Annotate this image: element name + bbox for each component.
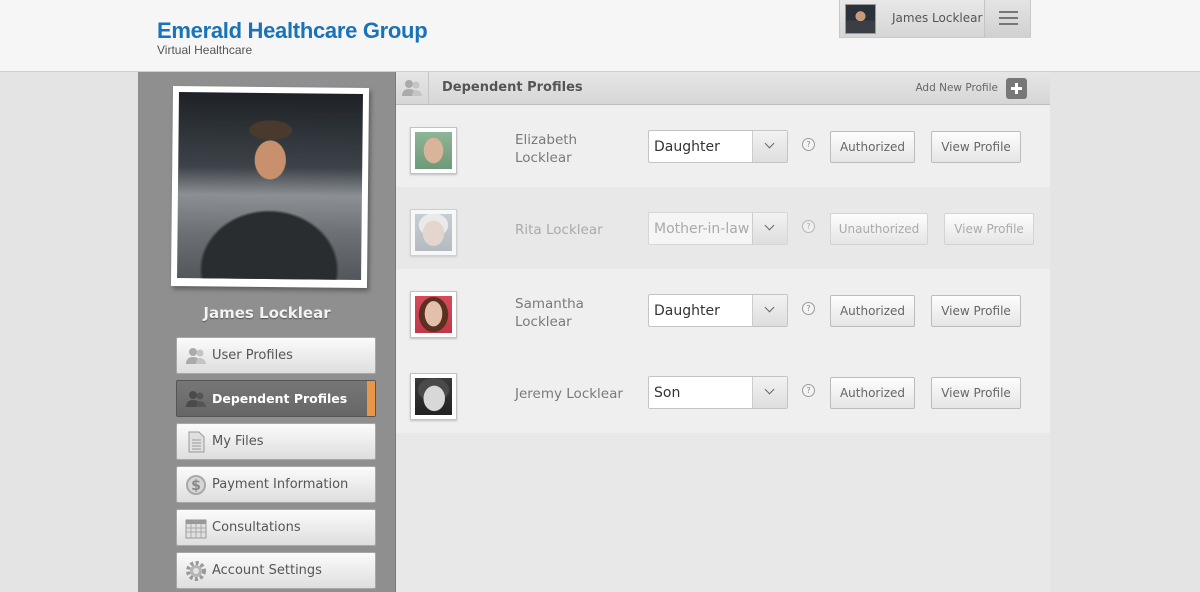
dependent-photo bbox=[415, 378, 452, 415]
dependent-row: Elizabeth Locklear Daughter ? Authorized… bbox=[396, 105, 1050, 187]
sidebar-item-payment-information[interactable]: $ Payment Information bbox=[176, 466, 376, 503]
relationship-value: Mother-in-law bbox=[654, 221, 750, 237]
help-icon[interactable]: ? bbox=[802, 220, 815, 233]
sidebar-item-label: Dependent Profiles bbox=[212, 391, 348, 406]
chevron-down-icon[interactable] bbox=[752, 295, 787, 326]
header-user-name[interactable]: James Locklear bbox=[892, 11, 982, 25]
users-icon bbox=[186, 348, 206, 364]
sidebar-item-label: User Profiles bbox=[212, 348, 293, 363]
view-profile-button[interactable]: View Profile bbox=[931, 377, 1021, 409]
gear-icon bbox=[186, 561, 206, 581]
sidebar-item-dependent-profiles[interactable]: Dependent Profiles bbox=[176, 380, 376, 417]
dependent-name: Jeremy Locklear bbox=[515, 386, 623, 402]
chevron-down-icon[interactable] bbox=[752, 377, 787, 408]
dependent-name: Elizabeth Locklear bbox=[515, 132, 578, 166]
chevron-down-icon[interactable] bbox=[752, 213, 787, 244]
profile-photo bbox=[177, 92, 363, 280]
avatar[interactable] bbox=[845, 4, 876, 34]
sidebar-item-my-files[interactable]: My Files bbox=[176, 423, 376, 460]
relationship-value: Daughter bbox=[654, 139, 720, 155]
relationship-select[interactable]: Daughter bbox=[648, 294, 788, 327]
sidebar-item-label: Consultations bbox=[212, 520, 301, 535]
calendar-icon bbox=[185, 519, 207, 539]
brand-subtitle: Virtual Healthcare bbox=[157, 43, 253, 57]
view-profile-button[interactable]: View Profile bbox=[931, 131, 1021, 163]
dependent-thumbnail bbox=[410, 209, 457, 256]
relationship-select[interactable]: Daughter bbox=[648, 130, 788, 163]
page-title: Dependent Profiles bbox=[442, 80, 583, 95]
hamburger-menu-button[interactable] bbox=[984, 0, 1030, 38]
top-header: Emerald Healthcare Group Virtual Healthc… bbox=[0, 0, 1200, 72]
file-icon bbox=[188, 431, 205, 453]
svg-text:$: $ bbox=[191, 478, 201, 494]
dollar-icon: $ bbox=[186, 475, 206, 495]
authorization-button[interactable]: Authorized bbox=[830, 377, 915, 409]
authorization-button[interactable]: Unauthorized bbox=[830, 213, 928, 245]
hamburger-icon bbox=[999, 11, 1018, 13]
help-icon[interactable]: ? bbox=[802, 384, 815, 397]
panel-header: Dependent Profiles Add New Profile bbox=[396, 72, 1050, 105]
brand-title[interactable]: Emerald Healthcare Group bbox=[157, 18, 428, 44]
relationship-select[interactable]: Mother-in-law bbox=[648, 212, 788, 245]
dependent-thumbnail bbox=[410, 127, 457, 174]
relationship-value: Daughter bbox=[654, 303, 720, 319]
help-icon[interactable]: ? bbox=[802, 138, 815, 151]
dependent-row: Jeremy Locklear Son ? Authorized View Pr… bbox=[396, 351, 1050, 433]
relationship-value: Son bbox=[654, 385, 681, 401]
authorization-button[interactable]: Authorized bbox=[830, 295, 915, 327]
page-background bbox=[1050, 72, 1200, 592]
view-profile-button[interactable]: View Profile bbox=[944, 213, 1034, 245]
profile-name: James Locklear bbox=[203, 304, 331, 322]
hamburger-icon-bar bbox=[999, 17, 1018, 19]
dependent-photo bbox=[415, 296, 452, 333]
dependent-name: Samantha Locklear bbox=[515, 296, 584, 330]
profile-photo-frame bbox=[170, 85, 370, 289]
dependent-thumbnail bbox=[410, 373, 457, 420]
authorization-button[interactable]: Authorized bbox=[830, 131, 915, 163]
chevron-down-icon[interactable] bbox=[752, 131, 787, 162]
main-panel: Dependent Profiles Add New Profile Eliza… bbox=[396, 72, 1050, 592]
relationship-select[interactable]: Son bbox=[648, 376, 788, 409]
active-indicator bbox=[367, 381, 375, 416]
sidebar-item-label: Payment Information bbox=[212, 477, 349, 492]
sidebar-item-consultations[interactable]: Consultations bbox=[176, 509, 376, 546]
users-icon bbox=[186, 391, 206, 407]
dependent-photo bbox=[415, 132, 452, 169]
add-profile-button[interactable] bbox=[1006, 78, 1027, 99]
dependent-thumbnail bbox=[410, 291, 457, 338]
dependent-row: Samantha Locklear Daughter ? Authorized … bbox=[396, 269, 1050, 351]
sidebar: James Locklear User Profiles Dependent P… bbox=[138, 72, 396, 592]
dependent-row: Rita Locklear Mother-in-law ? Unauthoriz… bbox=[396, 187, 1050, 269]
hamburger-icon-bar bbox=[999, 23, 1018, 25]
sidebar-item-user-profiles[interactable]: User Profiles bbox=[176, 337, 376, 374]
sidebar-item-label: My Files bbox=[212, 434, 264, 449]
users-icon bbox=[402, 80, 422, 96]
dependent-photo bbox=[415, 214, 452, 251]
view-profile-button[interactable]: View Profile bbox=[931, 295, 1021, 327]
user-menu[interactable]: James Locklear bbox=[839, 0, 1031, 38]
help-icon[interactable]: ? bbox=[802, 302, 815, 315]
header-icon-box bbox=[396, 72, 429, 104]
sidebar-item-account-settings[interactable]: Account Settings bbox=[176, 552, 376, 589]
dependent-name: Rita Locklear bbox=[515, 222, 603, 238]
add-new-profile-link[interactable]: Add New Profile bbox=[915, 82, 998, 94]
sidebar-item-label: Account Settings bbox=[212, 563, 322, 578]
